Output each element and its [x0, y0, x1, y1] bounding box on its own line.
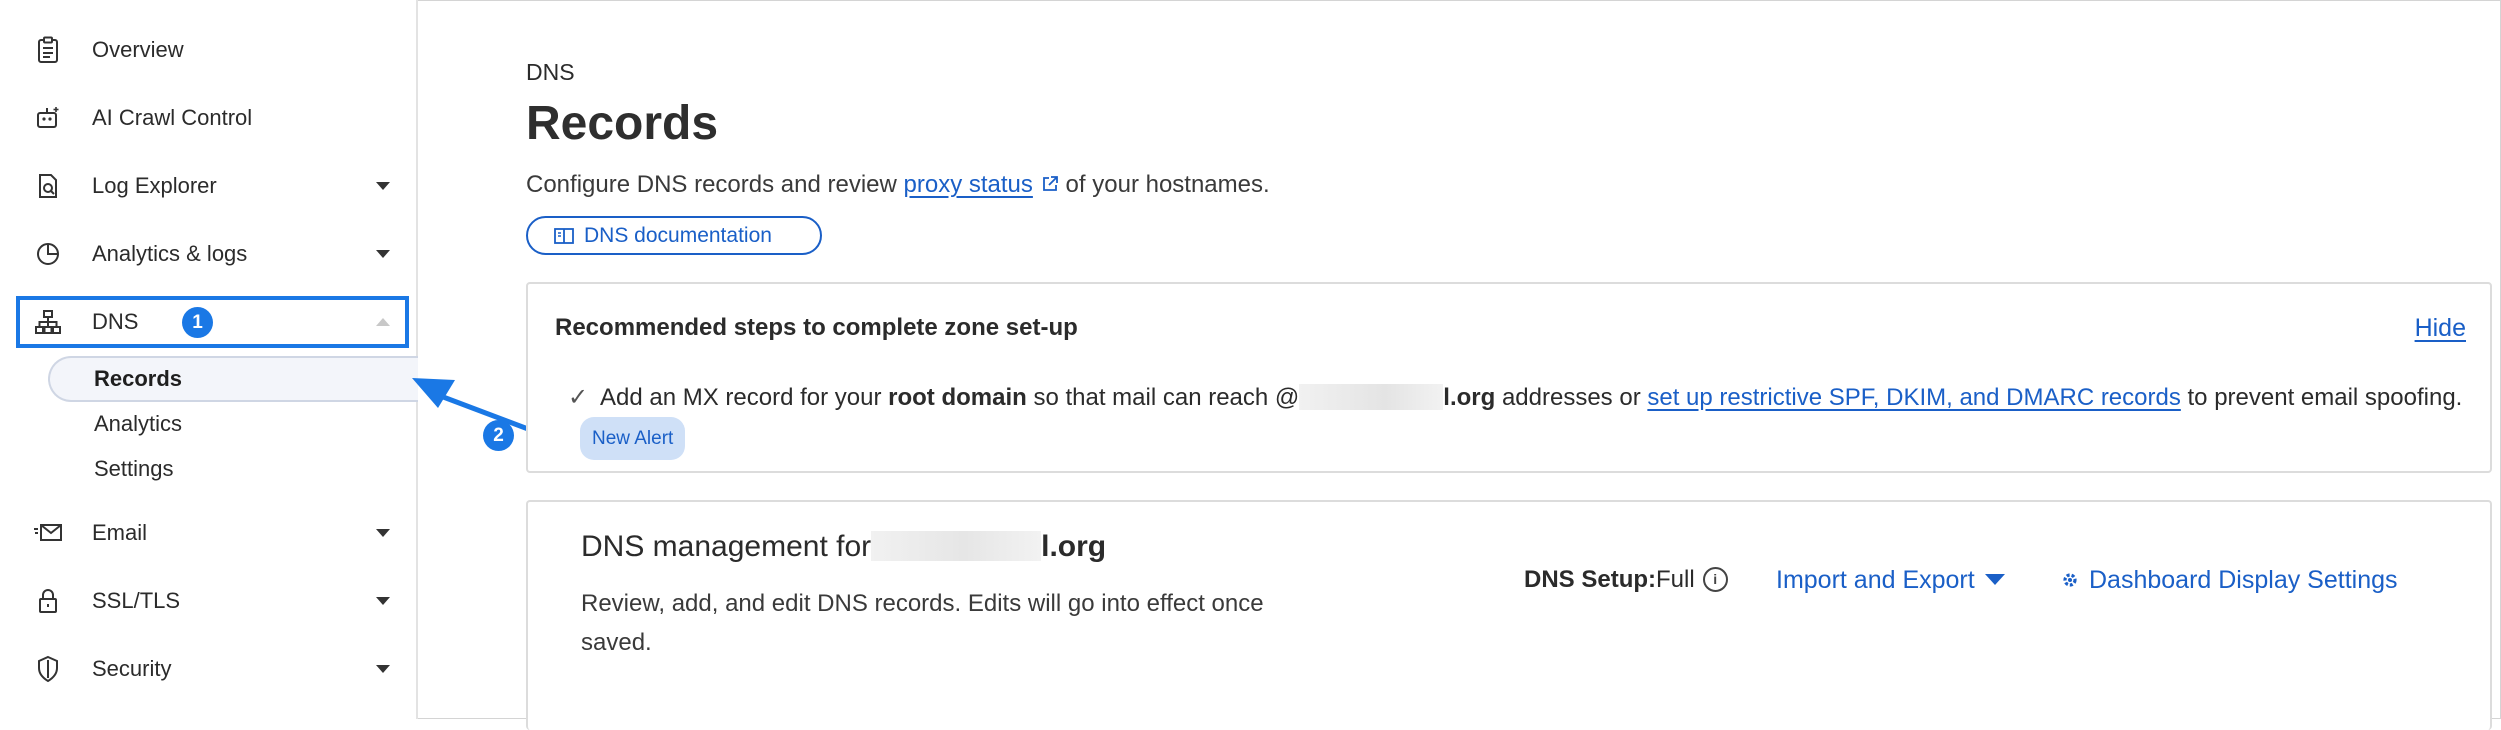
step-text: addresses or	[1495, 384, 1648, 411]
book-icon	[554, 227, 574, 245]
title-text: DNS management for	[581, 530, 872, 563]
dns-setup-value: Full	[1656, 566, 1695, 593]
page-description: Configure DNS records and review proxy s…	[526, 171, 1270, 200]
recommended-steps-card: Recommended steps to complete zone set-u…	[526, 282, 2492, 473]
breadcrumb[interactable]: DNS	[526, 59, 575, 86]
description-text: Configure DNS records and review	[526, 171, 904, 198]
redacted-domain	[1299, 384, 1444, 410]
dns-management-description: Review, add, and edit DNS records. Edits…	[581, 590, 1264, 656]
import-export-label: Import and Export	[1776, 566, 1975, 594]
new-alert-badge: New Alert	[580, 417, 686, 460]
external-link-icon	[1041, 172, 1059, 200]
description-text: of your hostnames.	[1058, 171, 1270, 198]
dns-management-card: DNS management for l.org Review, add, and…	[526, 500, 2492, 730]
recommended-step-item: ✓ Add an MX record for your root domain s…	[568, 378, 2468, 460]
import-export-dropdown[interactable]: Import and Export	[1776, 566, 2005, 595]
caret-down-icon	[1984, 574, 2005, 585]
hide-link[interactable]: Hide	[2415, 314, 2466, 343]
step-text: so that mail can reach @	[1026, 384, 1300, 411]
checkmark-icon: ✓	[568, 384, 589, 411]
recommended-steps-title: Recommended steps to complete zone set-u…	[555, 314, 1078, 341]
dns-documentation-label: DNS documentation	[584, 223, 772, 247]
dashboard-display-settings-button[interactable]: Dashboard Display Settings	[2061, 566, 2398, 596]
step-text-bold: root domain	[888, 384, 1027, 411]
step-text: Add an MX record for your	[600, 384, 889, 411]
dns-management-title: DNS management for l.org	[581, 530, 1106, 564]
dashboard-display-settings-label: Dashboard Display Settings	[2089, 566, 2398, 594]
page-title: Records	[526, 97, 719, 150]
title-domain: l.org	[1041, 530, 1107, 563]
info-icon[interactable]: i	[1702, 567, 1728, 592]
dns-setup-status: DNS Setup:Full i	[1524, 566, 1728, 594]
dns-documentation-button[interactable]: DNS documentation	[526, 216, 822, 255]
proxy-status-link[interactable]: proxy status	[904, 171, 1033, 198]
redacted-domain	[871, 531, 1042, 561]
step-domain: l.org	[1443, 384, 1496, 411]
step-text: to prevent email spoofing.	[2180, 384, 2463, 411]
gear-icon	[2061, 567, 2079, 596]
email-security-records-link[interactable]: set up restrictive SPF, DKIM, and DMARC …	[1647, 384, 2180, 411]
step-2-marker: 2	[483, 420, 514, 451]
dns-setup-label: DNS Setup:	[1524, 566, 1656, 593]
